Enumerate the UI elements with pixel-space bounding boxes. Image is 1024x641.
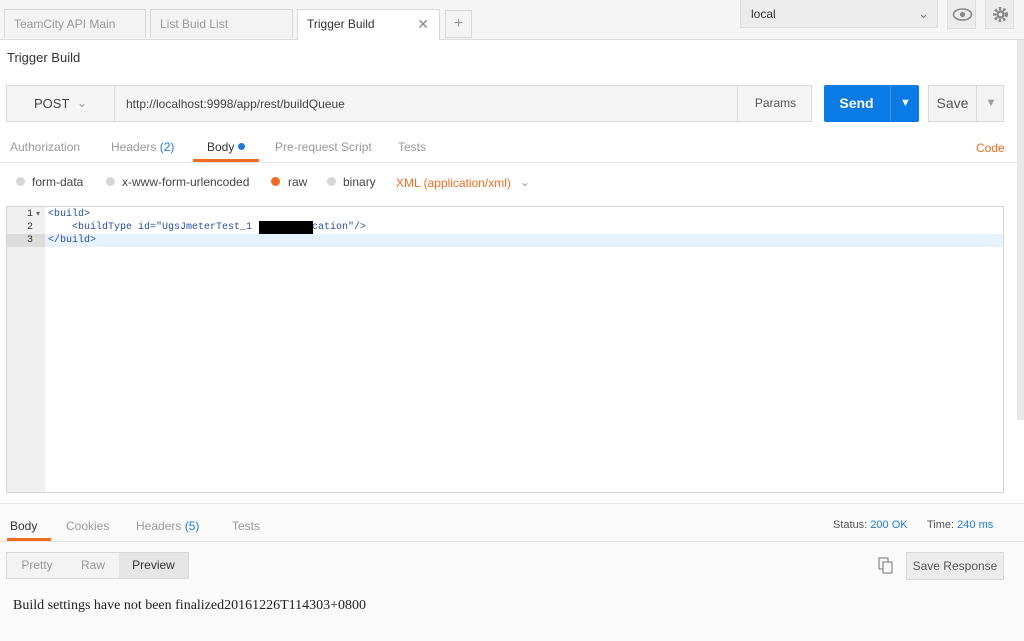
response-view-toggle: Pretty Raw Preview [6,552,189,579]
preview-button[interactable]: Preview [119,553,188,578]
chevron-down-icon[interactable]: ⌄ [520,175,530,189]
pretty-button[interactable]: Pretty [7,553,67,578]
save-label: Save [936,95,969,111]
response-tab-headers[interactable]: Headers (5) [136,519,199,533]
environment-value: local [751,7,776,21]
eye-icon [952,8,973,21]
tab-body[interactable]: Body [207,140,245,154]
add-tab-button[interactable]: + [445,10,472,38]
chevron-down-icon[interactable]: ▼ [890,85,920,122]
chevron-down-icon: ⌄ [77,96,88,110]
tab-headers[interactable]: Headers (2) [111,140,174,154]
gear-icon [993,7,1008,22]
response-tab-tests[interactable]: Tests [232,519,260,533]
editor-gutter [7,207,45,492]
response-preview-text: Build settings have not been finalized20… [13,598,367,613]
response-headers-count: (5) [184,519,200,533]
code-line: </build> [48,235,97,246]
divider [0,162,1024,163]
scrollbar[interactable] [1017,40,1024,420]
tab-authorization[interactable]: Authorization [10,140,80,154]
response-tab-cookies[interactable]: Cookies [66,519,109,533]
send-button[interactable]: Send ▼ [824,85,919,122]
save-button[interactable]: Save ▼ [928,85,1004,122]
line-number: 3 [26,235,33,246]
tab-list-buid-list[interactable]: List Buid List [150,9,293,38]
url-input[interactable] [116,86,737,121]
time-value: 240 ms [957,519,994,531]
settings-button[interactable] [985,0,1014,29]
save-response-button[interactable]: Save Response [906,552,1004,580]
time-readout: Time: 240 ms [927,519,993,531]
raw-button[interactable]: Raw [67,553,119,578]
code-editor[interactable]: 1 ▾ 2 3 <build> <buildType id="UgsJmeter… [6,206,1004,493]
code-link[interactable]: Code [976,141,1005,155]
tab-bar: TeamCity API Main List Buid List Trigger… [0,0,1024,40]
method-value: POST [34,96,70,111]
environment-select[interactable]: local ⌄ [740,0,938,28]
radio-form-data[interactable] [16,177,25,186]
tab-tests[interactable]: Tests [398,140,426,154]
page-title: Trigger Build [7,50,81,65]
code-line: <build> [48,209,91,220]
headers-count: (2) [159,140,175,154]
modified-dot-icon [237,143,245,150]
close-icon[interactable]: ✕ [417,10,429,39]
fold-arrow-icon[interactable]: ▾ [36,209,40,218]
copy-icon[interactable] [878,557,894,574]
content-type-select[interactable]: XML (application/xml) [396,176,511,190]
status-label: Status: [833,519,868,531]
radio-binary[interactable] [327,177,336,186]
status-readout: Status: 200 OK [833,519,908,531]
radio-raw[interactable] [271,177,280,186]
form-data-label[interactable]: form-data [32,175,83,189]
redaction-box [259,221,313,234]
response-tab-body[interactable]: Body [10,519,37,533]
divider [0,541,1024,542]
line-number: 1 [26,209,33,220]
tab-label: List Buid List [160,17,229,31]
chevron-down-icon: ⌄ [918,6,929,21]
send-label: Send [839,95,874,111]
tab-teamcity-api-main[interactable]: TeamCity API Main [4,9,146,38]
editor-active-line [45,234,1003,247]
eye-button[interactable] [947,0,976,29]
tab-trigger-build[interactable]: Trigger Build ✕ [297,9,440,40]
response-headers-label: Headers [136,519,182,533]
time-label: Time: [927,519,955,531]
method-select[interactable]: POST ⌄ [7,86,115,121]
code-line: <buildType id="UgsJmeterTest_1 Location"… [48,222,367,233]
tab-pre-request-script[interactable]: Pre-request Script [275,140,372,154]
params-button[interactable]: Params [737,86,813,121]
raw-label[interactable]: raw [288,175,307,189]
tab-body-label: Body [207,140,235,154]
tab-headers-label: Headers [111,140,157,154]
urlencoded-label[interactable]: x-www-form-urlencoded [122,175,249,189]
chevron-down-icon[interactable]: ▼ [976,86,1005,121]
line-number: 2 [26,222,33,233]
request-bar: POST ⌄ Params [6,85,812,122]
radio-urlencoded[interactable] [106,177,115,186]
status-value: 200 OK [870,519,908,531]
tab-label: Trigger Build [307,17,375,31]
binary-label[interactable]: binary [343,175,376,189]
tab-label: TeamCity API Main [14,17,116,31]
